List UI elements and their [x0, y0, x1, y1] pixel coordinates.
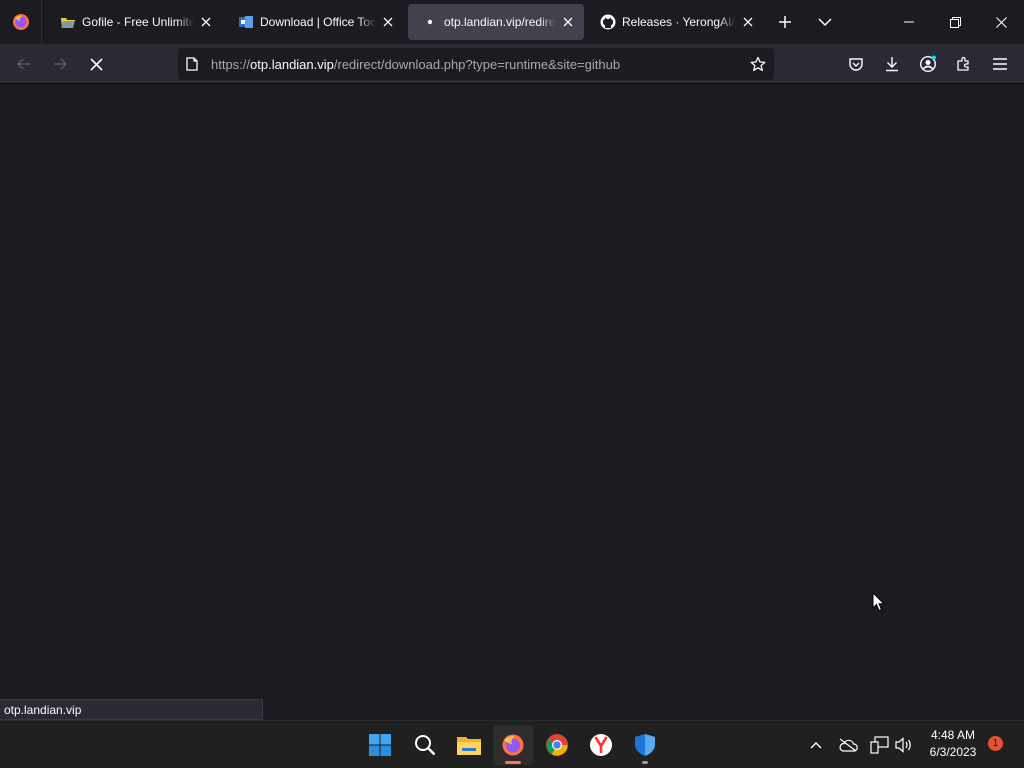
chevron-down-icon	[818, 18, 832, 27]
download-icon	[886, 57, 898, 72]
cloud-offline-icon	[839, 738, 858, 752]
network-tray-button[interactable]	[868, 733, 892, 757]
clock-time: 4:48 AM	[930, 728, 976, 742]
navigation-toolbar: https://otp.landian.vip/redirect/downloa…	[0, 44, 1024, 84]
new-tab-button[interactable]	[771, 8, 799, 36]
taskbar-search-button[interactable]	[405, 725, 445, 765]
tab-close-icon[interactable]	[560, 14, 576, 30]
extensions-button[interactable]	[948, 48, 980, 80]
stop-button[interactable]	[80, 48, 112, 80]
tab-github-releases[interactable]: Releases · YerongAI/Offi	[586, 4, 764, 40]
clock[interactable]: 4:48 AM 6/3/2023	[920, 727, 986, 761]
tab-close-icon[interactable]	[198, 14, 214, 30]
bookmark-star-button[interactable]	[748, 54, 768, 74]
show-hidden-icons-button[interactable]	[804, 733, 828, 757]
windows-security-button[interactable]	[625, 725, 665, 765]
url-scheme: https://	[211, 56, 251, 72]
file-explorer-icon	[457, 737, 481, 755]
firefox-icon	[12, 14, 29, 30]
url-bar[interactable]: https://otp.landian.vip/redirect/downloa…	[178, 48, 774, 80]
arrow-right-icon	[54, 58, 68, 70]
puzzle-icon	[957, 56, 969, 71]
running-app-indicator	[642, 761, 648, 764]
tab-title: Releases · YerongAI/Offi	[622, 15, 736, 29]
close-icon	[995, 16, 1007, 28]
search-icon	[415, 735, 436, 756]
forward-button[interactable]	[44, 48, 76, 80]
minimize-icon	[904, 21, 914, 23]
hamburger-menu-icon	[993, 58, 1007, 70]
page-content[interactable]	[0, 84, 1024, 720]
tab-gofile[interactable]: Gofile - Free Unlimited	[46, 4, 222, 40]
page-info-icon[interactable]	[186, 57, 202, 71]
url-path: /redirect/download.php?type=runtime&site…	[333, 56, 621, 72]
clock-date: 6/3/2023	[929, 745, 977, 759]
plus-icon	[779, 16, 791, 28]
tab-title: Gofile - Free Unlimited	[82, 15, 194, 29]
yandex-icon	[590, 734, 612, 756]
firefox-taskbar-button[interactable]	[493, 725, 533, 765]
github-icon	[600, 14, 616, 30]
account-button[interactable]	[912, 48, 944, 80]
taskbar: 4:48 AM 6/3/2023	[0, 720, 1024, 768]
start-icon	[369, 734, 391, 756]
tab-title: otp.landian.vip/redirect	[444, 15, 556, 29]
star-icon	[750, 56, 766, 72]
mouse-cursor-icon	[872, 592, 886, 612]
list-all-tabs-button[interactable]	[811, 8, 839, 36]
tab-strip: Gofile - Free Unlimited Download | Offic…	[0, 0, 1024, 44]
office-tool-icon	[238, 14, 254, 30]
stop-loading-icon	[89, 57, 103, 71]
start-button[interactable]	[360, 725, 400, 765]
active-app-indicator	[505, 761, 521, 764]
tab-close-icon[interactable]	[380, 14, 396, 30]
app-menu-button[interactable]	[984, 48, 1016, 80]
tab-title: Download | Office Tool	[260, 15, 376, 29]
chrome-button[interactable]	[537, 725, 577, 765]
url-host: otp.landian.vip	[250, 56, 334, 72]
restore-icon	[949, 16, 961, 28]
restore-button[interactable]	[932, 0, 978, 44]
tab-office-tool[interactable]: Download | Office Tool	[224, 4, 404, 40]
account-icon	[919, 55, 937, 73]
firefox-view-button[interactable]	[0, 0, 42, 44]
tab-otp-redirect[interactable]: otp.landian.vip/redirect	[408, 4, 584, 40]
onedrive-tray-button[interactable]	[836, 733, 860, 757]
yandex-button[interactable]	[581, 725, 621, 765]
gofile-icon	[60, 14, 76, 30]
file-explorer-button[interactable]	[449, 725, 489, 765]
downloads-button[interactable]	[876, 48, 908, 80]
arrow-left-icon	[16, 58, 30, 70]
network-icon	[870, 736, 889, 754]
chrome-icon	[546, 734, 568, 756]
status-panel: otp.landian.vip	[0, 699, 263, 720]
chevron-up-icon	[810, 742, 822, 749]
windows-security-icon	[635, 734, 655, 756]
speaker-icon	[895, 737, 911, 753]
tab-close-icon[interactable]	[740, 14, 756, 30]
minimize-button[interactable]	[886, 0, 932, 44]
volume-tray-button[interactable]	[892, 733, 916, 757]
firefox-icon	[502, 734, 524, 756]
notification-badge[interactable]: 1	[988, 736, 1003, 751]
url-text[interactable]: https://otp.landian.vip/redirect/downloa…	[211, 57, 620, 72]
loading-dot-icon	[422, 14, 438, 30]
pocket-icon	[849, 58, 863, 71]
back-button[interactable]	[8, 48, 40, 80]
close-window-button[interactable]	[978, 0, 1024, 44]
pocket-button[interactable]	[840, 48, 872, 80]
